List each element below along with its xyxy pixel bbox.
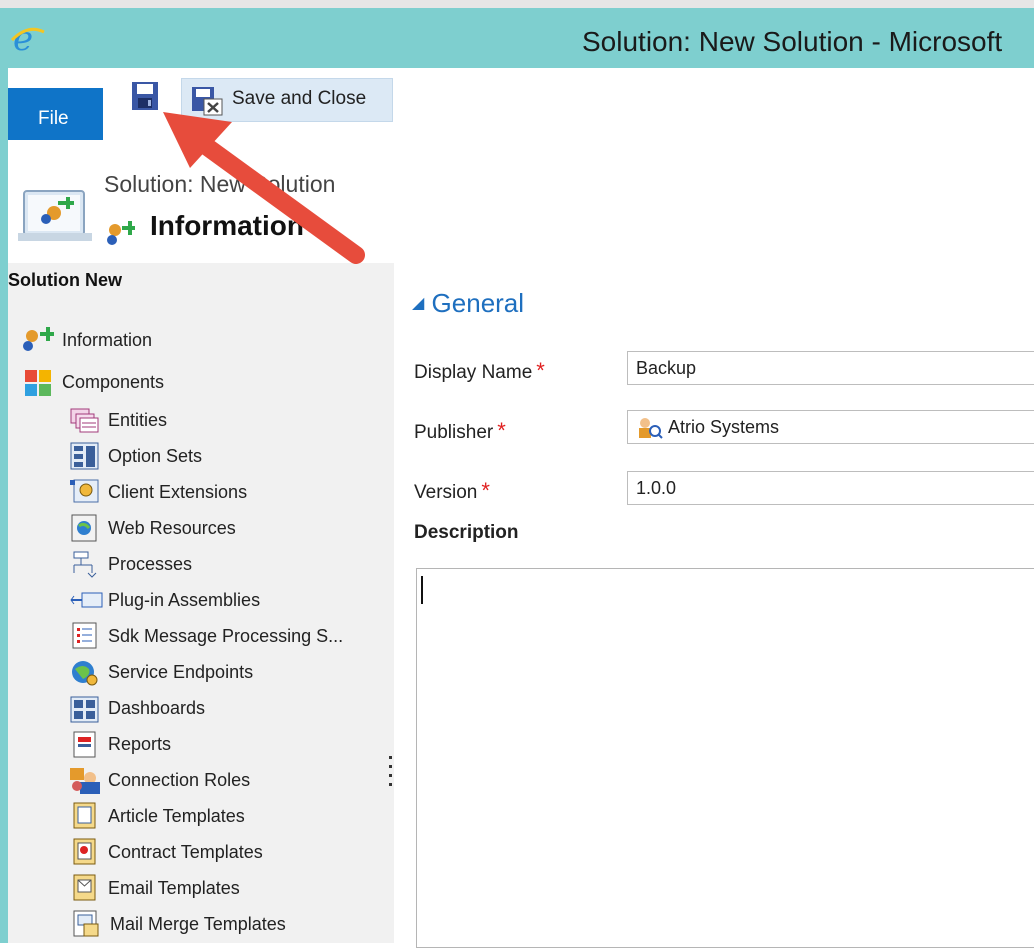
required-marker: * [497, 418, 506, 443]
sdk-message-icon [72, 622, 97, 649]
publisher-label-text: Publisher [414, 422, 494, 443]
required-marker: * [536, 358, 545, 383]
information-icon [23, 327, 54, 351]
sidebar-item-mail-merge-templates[interactable]: Mail Merge Templates [110, 914, 286, 935]
collapse-triangle-icon: ◢ [412, 295, 425, 312]
sidebar-item-contract-templates[interactable]: Contract Templates [108, 842, 263, 863]
sidebar-item-email-templates[interactable]: Email Templates [108, 878, 240, 899]
description-label: Description [414, 522, 519, 543]
sidebar-item-sdk-message-processing[interactable]: Sdk Message Processing S... [108, 626, 343, 647]
save-and-close-label: Save and Close [232, 88, 367, 109]
sidebar-item-article-templates[interactable]: Article Templates [108, 806, 245, 827]
text-cursor [421, 576, 423, 604]
email-templates-icon [73, 874, 96, 901]
sidebar-item-components[interactable]: Components [62, 372, 164, 393]
sidebar-item-plugin-assemblies[interactable]: Plug-in Assemblies [108, 590, 260, 611]
sidebar-item-client-extensions[interactable]: Client Extensions [108, 482, 247, 503]
sidebar-item-option-sets[interactable]: Option Sets [108, 446, 202, 467]
display-name-label-text: Display Name [414, 362, 533, 383]
plugin-assemblies-icon [70, 592, 103, 608]
version-label: Version * [414, 478, 490, 504]
publisher-label: Publisher * [414, 418, 506, 444]
section-general[interactable]: ◢ General [412, 288, 524, 319]
option-sets-icon [70, 442, 99, 470]
sidebar-item-service-endpoints[interactable]: Service Endpoints [108, 662, 253, 683]
solution-icon [18, 190, 92, 241]
mail-merge-templates-icon [73, 910, 99, 937]
sidebar-item-reports[interactable]: Reports [108, 734, 171, 755]
sidebar-item-processes[interactable]: Processes [108, 554, 192, 575]
entities-icon [70, 408, 99, 433]
window-left-border [0, 68, 8, 943]
publisher-value: Atrio Systems [668, 417, 780, 437]
version-field[interactable]: 1.0.0 [627, 471, 1034, 505]
web-resources-icon [71, 514, 97, 542]
information-icon [107, 221, 135, 245]
window-title-bar: e Solution: New Solution - Microsoft [0, 0, 1034, 68]
client-extensions-icon [70, 479, 99, 503]
splitter-grip[interactable] [389, 756, 393, 792]
sidebar-item-connection-roles[interactable]: Connection Roles [108, 770, 250, 791]
sidebar-item-web-resources[interactable]: Web Resources [108, 518, 236, 539]
save-icon[interactable] [126, 78, 162, 118]
internet-explorer-icon: e [10, 20, 45, 56]
display-name-field[interactable]: Backup [627, 351, 1034, 385]
dashboards-icon [70, 696, 99, 723]
components-icon [25, 370, 51, 396]
publisher-icon [639, 418, 663, 439]
contract-templates-icon [73, 838, 96, 865]
article-templates-icon [73, 802, 96, 829]
sidebar-item-dashboards[interactable]: Dashboards [108, 698, 205, 719]
reports-icon [73, 731, 96, 758]
description-textarea[interactable] [416, 568, 1034, 948]
window-title: Solution: New Solution - Microsoft [582, 26, 1003, 57]
page-title: Information [150, 210, 304, 241]
service-endpoints-icon [72, 661, 98, 686]
sidebar-item-entities[interactable]: Entities [108, 410, 167, 431]
breadcrumb: Solution: New Solution [104, 171, 336, 197]
required-marker: * [481, 478, 490, 503]
save-and-close-icon [192, 87, 223, 116]
file-tab[interactable]: File [8, 88, 103, 140]
processes-icon [73, 551, 97, 578]
version-label-text: Version [414, 482, 478, 503]
display-name-label: Display Name * [414, 358, 545, 384]
sidebar-heading: Solution New [8, 270, 122, 290]
sidebar-item-information[interactable]: Information [62, 330, 152, 351]
save-and-close-button[interactable]: Save and Close [181, 78, 393, 122]
publisher-lookup-field[interactable]: Atrio Systems [627, 410, 1034, 444]
connection-roles-icon [70, 768, 100, 794]
section-title: General [431, 288, 525, 318]
